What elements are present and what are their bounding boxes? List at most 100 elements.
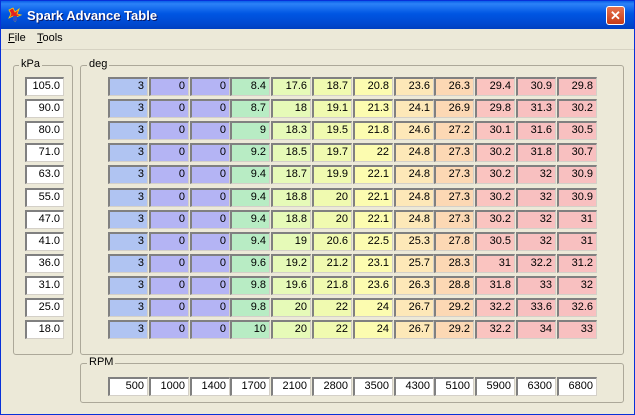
deg-cell[interactable]: 9.6 xyxy=(230,254,270,273)
deg-cell[interactable]: 33 xyxy=(557,320,597,339)
deg-cell[interactable]: 30.2 xyxy=(475,143,515,162)
kpa-cell[interactable]: 41.0 xyxy=(25,232,64,251)
deg-cell[interactable]: 20.6 xyxy=(312,232,352,251)
deg-cell[interactable]: 19.2 xyxy=(271,254,311,273)
rpm-cell[interactable]: 5900 xyxy=(475,377,515,396)
deg-cell[interactable]: 22 xyxy=(312,298,352,317)
deg-cell[interactable]: 3 xyxy=(108,121,148,140)
rpm-cell[interactable]: 6800 xyxy=(557,377,597,396)
deg-cell[interactable]: 18.8 xyxy=(271,188,311,207)
rpm-cell[interactable]: 2800 xyxy=(312,377,352,396)
deg-cell[interactable]: 0 xyxy=(190,188,230,207)
deg-cell[interactable]: 22 xyxy=(312,320,352,339)
deg-cell[interactable]: 18 xyxy=(271,99,311,118)
deg-cell[interactable]: 0 xyxy=(149,99,189,118)
deg-cell[interactable]: 24.8 xyxy=(394,210,434,229)
deg-cell[interactable]: 0 xyxy=(190,77,230,96)
kpa-cell[interactable]: 47.0 xyxy=(25,210,64,229)
deg-cell[interactable]: 30.5 xyxy=(475,232,515,251)
deg-cell[interactable]: 27.8 xyxy=(434,232,474,251)
deg-cell[interactable]: 0 xyxy=(190,232,230,251)
deg-cell[interactable]: 0 xyxy=(149,143,189,162)
deg-cell[interactable]: 18.3 xyxy=(271,121,311,140)
deg-cell[interactable]: 9.4 xyxy=(230,188,270,207)
deg-cell[interactable]: 26.7 xyxy=(394,320,434,339)
deg-cell[interactable]: 31 xyxy=(557,210,597,229)
deg-cell[interactable]: 0 xyxy=(190,254,230,273)
kpa-cell[interactable]: 71.0 xyxy=(25,143,64,162)
deg-cell[interactable]: 32 xyxy=(516,232,556,251)
deg-cell[interactable]: 26.9 xyxy=(434,99,474,118)
deg-cell[interactable]: 32.2 xyxy=(475,298,515,317)
deg-cell[interactable]: 0 xyxy=(149,320,189,339)
deg-cell[interactable]: 0 xyxy=(149,298,189,317)
rpm-cell[interactable]: 1700 xyxy=(230,377,270,396)
deg-cell[interactable]: 26.3 xyxy=(394,276,434,295)
deg-cell[interactable]: 3 xyxy=(108,232,148,251)
deg-cell[interactable]: 3 xyxy=(108,320,148,339)
rpm-cell[interactable]: 500 xyxy=(108,377,148,396)
deg-cell[interactable]: 0 xyxy=(149,276,189,295)
deg-cell[interactable]: 27.3 xyxy=(434,188,474,207)
deg-cell[interactable]: 9.8 xyxy=(230,298,270,317)
deg-cell[interactable]: 0 xyxy=(190,298,230,317)
deg-cell[interactable]: 23.6 xyxy=(394,77,434,96)
deg-cell[interactable]: 18.7 xyxy=(271,165,311,184)
deg-cell[interactable]: 26.7 xyxy=(394,298,434,317)
deg-cell[interactable]: 24 xyxy=(353,298,393,317)
deg-cell[interactable]: 19.5 xyxy=(312,121,352,140)
deg-cell[interactable]: 30.9 xyxy=(557,188,597,207)
deg-cell[interactable]: 20 xyxy=(271,298,311,317)
deg-cell[interactable]: 30.2 xyxy=(557,99,597,118)
deg-cell[interactable]: 33.6 xyxy=(516,298,556,317)
deg-cell[interactable]: 0 xyxy=(190,276,230,295)
deg-cell[interactable]: 3 xyxy=(108,99,148,118)
deg-cell[interactable]: 30.7 xyxy=(557,143,597,162)
deg-cell[interactable]: 19.6 xyxy=(271,276,311,295)
deg-cell[interactable]: 0 xyxy=(190,165,230,184)
deg-cell[interactable]: 21.8 xyxy=(353,121,393,140)
deg-cell[interactable]: 19.7 xyxy=(312,143,352,162)
deg-cell[interactable]: 0 xyxy=(190,99,230,118)
deg-cell[interactable]: 3 xyxy=(108,165,148,184)
rpm-cell[interactable]: 2100 xyxy=(271,377,311,396)
deg-cell[interactable]: 0 xyxy=(149,77,189,96)
deg-cell[interactable]: 28.3 xyxy=(434,254,474,273)
deg-cell[interactable]: 23.1 xyxy=(353,254,393,273)
deg-cell[interactable]: 30.2 xyxy=(475,210,515,229)
deg-cell[interactable]: 3 xyxy=(108,188,148,207)
deg-cell[interactable]: 32 xyxy=(516,165,556,184)
deg-cell[interactable]: 24.8 xyxy=(394,143,434,162)
deg-cell[interactable]: 9.4 xyxy=(230,232,270,251)
deg-cell[interactable]: 0 xyxy=(190,143,230,162)
deg-cell[interactable]: 24.8 xyxy=(394,165,434,184)
deg-cell[interactable]: 32.6 xyxy=(557,298,597,317)
deg-cell[interactable]: 32 xyxy=(516,210,556,229)
kpa-cell[interactable]: 25.0 xyxy=(25,298,64,317)
deg-cell[interactable]: 31.8 xyxy=(516,143,556,162)
deg-cell[interactable]: 0 xyxy=(190,320,230,339)
deg-cell[interactable]: 29.8 xyxy=(475,99,515,118)
deg-cell[interactable]: 18.7 xyxy=(312,77,352,96)
deg-cell[interactable]: 0 xyxy=(190,121,230,140)
deg-cell[interactable]: 32 xyxy=(516,188,556,207)
deg-cell[interactable]: 33 xyxy=(516,276,556,295)
deg-cell[interactable]: 9.8 xyxy=(230,276,270,295)
deg-cell[interactable]: 9.4 xyxy=(230,210,270,229)
deg-cell[interactable]: 18.8 xyxy=(271,210,311,229)
deg-cell[interactable]: 30.2 xyxy=(475,165,515,184)
deg-cell[interactable]: 0 xyxy=(149,121,189,140)
deg-cell[interactable]: 0 xyxy=(149,254,189,273)
deg-cell[interactable]: 21.3 xyxy=(353,99,393,118)
deg-cell[interactable]: 27.3 xyxy=(434,210,474,229)
deg-cell[interactable]: 21.2 xyxy=(312,254,352,273)
deg-cell[interactable]: 29.2 xyxy=(434,298,474,317)
deg-cell[interactable]: 32.2 xyxy=(516,254,556,273)
deg-cell[interactable]: 20 xyxy=(312,188,352,207)
deg-cell[interactable]: 10 xyxy=(230,320,270,339)
deg-cell[interactable]: 0 xyxy=(149,232,189,251)
deg-cell[interactable]: 17.6 xyxy=(271,77,311,96)
deg-cell[interactable]: 8.7 xyxy=(230,99,270,118)
deg-cell[interactable]: 31.2 xyxy=(557,254,597,273)
kpa-cell[interactable]: 36.0 xyxy=(25,254,64,273)
